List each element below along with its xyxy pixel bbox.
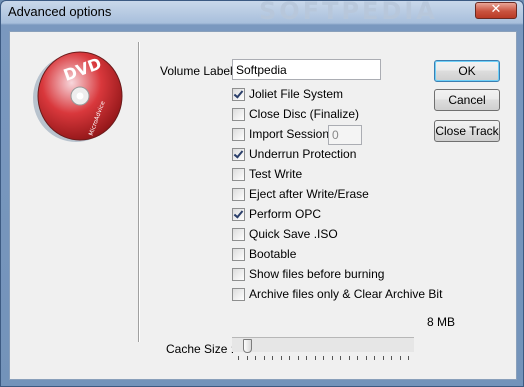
- slider-tick: [382, 356, 384, 360]
- slider-tick: [348, 356, 350, 360]
- volume-label-input[interactable]: [232, 59, 381, 80]
- checkbox-label: Perform OPC: [249, 207, 322, 221]
- separator-line: [138, 42, 140, 342]
- checkbox-row-quick-save-iso[interactable]: Quick Save .ISO: [232, 226, 338, 242]
- slider-tick: [280, 356, 282, 360]
- checkbox[interactable]: [232, 107, 245, 121]
- cache-size-label: Cache Size :: [166, 342, 235, 356]
- checkbox[interactable]: [232, 147, 245, 161]
- slider-track: [232, 337, 414, 352]
- checkbox-label: Import Session: [249, 127, 330, 141]
- window-title: Advanced options: [8, 4, 112, 19]
- checkbox[interactable]: [232, 287, 245, 301]
- slider-thumb[interactable]: [242, 339, 252, 353]
- checkbox-label: Test Write: [249, 167, 303, 181]
- checkbox-row-test-write[interactable]: Test Write: [232, 166, 302, 182]
- title-bar: Advanced options SOFTPEDIA ✕: [1, 0, 523, 25]
- checkbox-row-close-disc-finalize[interactable]: Close Disc (Finalize): [232, 106, 359, 122]
- checkbox[interactable]: [232, 207, 245, 221]
- checkbox-label: Close Disc (Finalize): [249, 107, 360, 121]
- slider-tick: [374, 356, 375, 360]
- checkbox[interactable]: [232, 267, 245, 281]
- slider-tick: [357, 356, 358, 360]
- slider-tick: [408, 356, 409, 360]
- checkbox-label: Show files before burning: [249, 267, 385, 281]
- checkbox-row-show-files-before-burning[interactable]: Show files before burning: [232, 266, 384, 282]
- slider-tick: [289, 356, 290, 360]
- checkbox-label: Bootable: [249, 247, 297, 261]
- checkbox-row-bootable[interactable]: Bootable: [232, 246, 296, 262]
- slider-tick: [391, 356, 392, 360]
- cache-size-value: 8 MB: [427, 315, 456, 329]
- watermark: SOFTPEDIA: [259, 0, 438, 25]
- cache-size-slider[interactable]: [232, 337, 414, 363]
- slider-tick: [365, 356, 367, 360]
- slider-tick: [323, 356, 324, 360]
- dvd-disc-icon: DVD MicroAdvice: [33, 51, 123, 142]
- checkbox-row-underrun-protection[interactable]: Underrun Protection: [232, 146, 356, 162]
- checkbox-row-archive-files-only-clear-archive-bit[interactable]: Archive files only & Clear Archive Bit: [232, 286, 442, 302]
- volume-label-caption: Volume Label :: [160, 64, 240, 78]
- checkbox-label: Quick Save .ISO: [249, 227, 338, 241]
- slider-tick: [297, 356, 299, 360]
- checkbox-row-eject-after-write-erase[interactable]: Eject after Write/Erase: [232, 186, 369, 202]
- close-track-button[interactable]: Close Track: [434, 120, 500, 142]
- checkbox[interactable]: [232, 187, 245, 201]
- checkbox[interactable]: [232, 227, 245, 241]
- checkbox-label: Joliet File System: [249, 87, 344, 101]
- checkbox-label: Archive files only & Clear Archive Bit: [249, 287, 443, 301]
- slider-tick: [340, 356, 341, 360]
- slider-tick: [272, 356, 273, 360]
- checkbox-label: Underrun Protection: [249, 147, 357, 161]
- slider-tick: [399, 356, 401, 360]
- checkbox[interactable]: [232, 247, 245, 261]
- close-icon: ✕: [490, 2, 502, 17]
- slider-tick: [314, 356, 316, 360]
- import-session-input[interactable]: [328, 125, 362, 145]
- checkbox-label: Eject after Write/Erase: [249, 187, 369, 201]
- slider-tick: [255, 356, 256, 360]
- checkbox-row-perform-opc[interactable]: Perform OPC: [232, 206, 321, 222]
- slider-tick: [263, 356, 265, 360]
- checkbox-row-import-session[interactable]: Import Session: [232, 126, 329, 142]
- close-window-button[interactable]: ✕: [475, 2, 517, 19]
- cancel-button[interactable]: Cancel: [434, 89, 500, 111]
- advanced-options-window: Advanced options SOFTPEDIA ✕ DVD MicroAd…: [0, 0, 524, 387]
- slider-tick: [331, 356, 333, 360]
- checkbox-row-joliet-file-system[interactable]: Joliet File System: [232, 86, 343, 102]
- checkbox[interactable]: [232, 87, 245, 101]
- slider-tick: [306, 356, 307, 360]
- checkbox[interactable]: [232, 127, 245, 141]
- slider-tick: [246, 356, 248, 360]
- slider-tick: [238, 356, 239, 360]
- ok-button[interactable]: OK: [434, 60, 500, 82]
- dialog-body: DVD MicroAdvice Volume Label : Joliet Fi…: [9, 31, 517, 380]
- checkbox[interactable]: [232, 167, 245, 181]
